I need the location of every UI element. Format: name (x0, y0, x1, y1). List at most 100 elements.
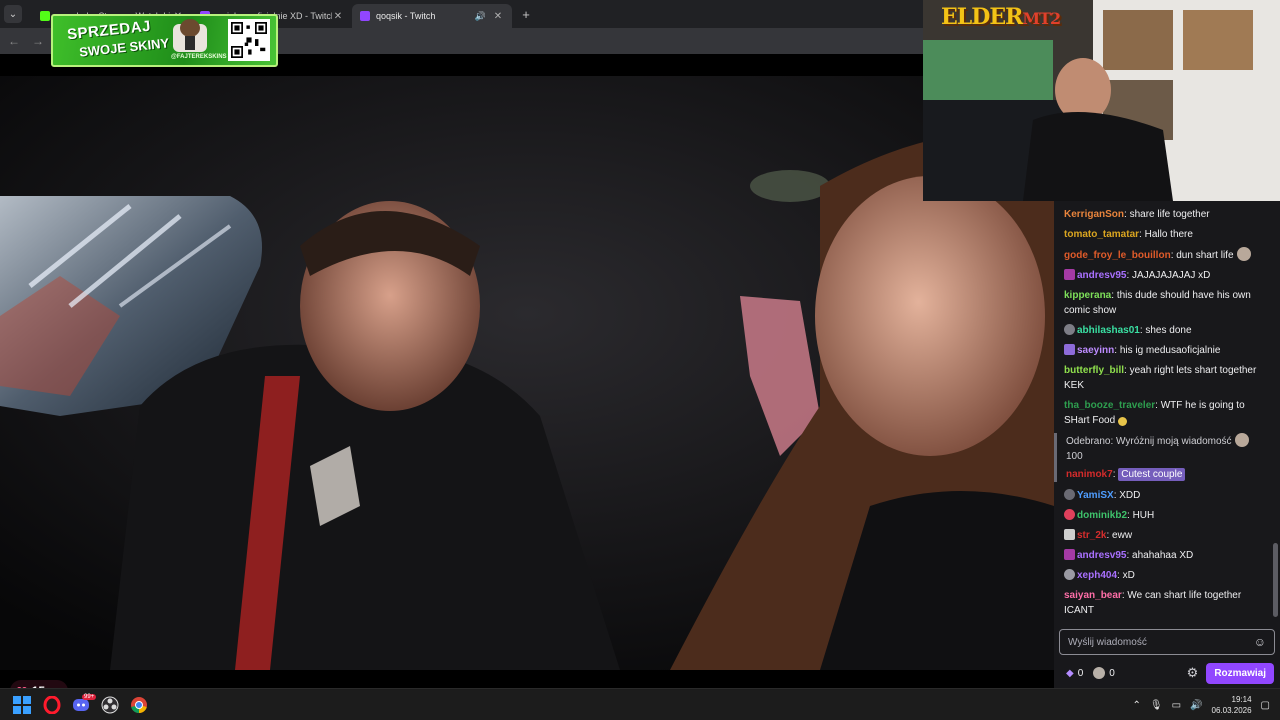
tab-2-active[interactable]: qoqsik - Twitch 🔊 ✕ (352, 4, 512, 28)
chat-message: xeph404: xD (1064, 568, 1270, 583)
chat-username[interactable]: YamiSX (1077, 490, 1114, 501)
new-tab-button[interactable]: + (516, 7, 536, 22)
sparkle-emote-icon (1118, 417, 1128, 426)
clock[interactable]: 19:14 06.03.2026 (1212, 694, 1252, 716)
channel-points-count: 0 (1109, 667, 1115, 679)
close-icon[interactable]: ✕ (332, 11, 344, 22)
dog-mascot-icon (173, 19, 207, 52)
logo-suffix-text: MT2 (1022, 9, 1061, 28)
webcam-overlay: ELDERMT2 (923, 0, 1280, 201)
chat-text: dun shart life (1176, 250, 1234, 261)
chat-text: his ig medusaoficjalnie (1119, 345, 1221, 356)
chat-message-list: KerriganSon: share life together tomato_… (1054, 207, 1270, 623)
chat-message: KerriganSon: share life together (1064, 209, 1210, 220)
close-icon[interactable]: ✕ (492, 11, 504, 22)
sponsor-banner: SPRZEDAJ SWOJE SKINY @FAJTEREKSKINS (51, 14, 278, 67)
heart-badge-icon (1064, 509, 1075, 520)
chat-message: butterfly_bill: yeah right lets shart to… (1064, 365, 1257, 391)
chat-panel: KerriganSon: share life together tomato_… (1054, 201, 1280, 688)
system-tray: ⌃ 🎙 ▭ 🔊 19:14 06.03.2026 ▢ (1133, 693, 1271, 717)
clock-time: 19:14 (1231, 695, 1252, 704)
chat-message: abhilashas01: shes done (1064, 323, 1270, 338)
video-frame-image (0, 76, 1054, 670)
chat-message: andresv95: JAJAJAJAJAJ xD (1064, 268, 1270, 283)
obs-icon[interactable] (101, 696, 119, 714)
chat-username[interactable]: abhilashas01 (1077, 325, 1140, 336)
emoji-icon[interactable]: ☺ (1254, 635, 1266, 649)
mute-badge-icon (1064, 489, 1075, 500)
chat-message: saeyinn: his ig medusaoficjalnie (1064, 343, 1270, 358)
chat-message: str_2k: eww (1064, 528, 1270, 543)
bits-counter[interactable]: ◆ 0 (1066, 668, 1083, 679)
stream-video[interactable]: ❤ 15 (0, 54, 1054, 688)
volume-icon[interactable]: 🔊 (1190, 700, 1202, 711)
channel-points-icon (1093, 667, 1106, 679)
opera-icon[interactable] (43, 696, 61, 714)
chat-username[interactable]: str_2k (1077, 530, 1106, 541)
chrome-icon[interactable] (130, 696, 148, 714)
chat-text: JAJAJAJAJAJ xD (1132, 270, 1211, 281)
twitch-favicon-icon (360, 11, 370, 21)
chat-username[interactable]: KerriganSon (1064, 209, 1124, 220)
chat-username[interactable]: butterfly_bill (1064, 365, 1124, 376)
chat-username[interactable]: dominikb2 (1077, 510, 1127, 521)
chat-text: HUH (1132, 510, 1155, 521)
notification-icon[interactable]: ▢ (1261, 700, 1270, 711)
chat-username[interactable]: xeph404 (1077, 570, 1117, 581)
subscriber-badge-icon (1064, 269, 1075, 280)
back-button[interactable]: ← (8, 34, 20, 48)
chat-username[interactable]: saeyinn (1077, 345, 1114, 356)
chat-username[interactable]: tomato_tamatar (1064, 229, 1139, 240)
chat-message: dominikb2: HUH (1064, 508, 1270, 523)
bits-icon: ◆ (1066, 667, 1074, 679)
gear-icon[interactable]: ⚙ (1187, 665, 1199, 681)
chat-scrollbar[interactable] (1273, 543, 1278, 617)
chat-message: saiyan_bear: We can shart life together … (1064, 590, 1242, 616)
channel-points-counter[interactable]: 0 (1093, 667, 1115, 679)
speaker-icon[interactable]: 🔊 (475, 11, 486, 22)
chat-username[interactable]: gode_froy_le_bouillon (1064, 250, 1171, 261)
chat-username[interactable]: saiyan_bear (1064, 590, 1122, 601)
chat-message: YamiSX: XDD (1064, 488, 1270, 503)
channel-points-icon (1234, 433, 1249, 447)
chat-username[interactable]: nanimok7 (1066, 469, 1113, 480)
glasses-badge-icon (1064, 324, 1075, 335)
chat-footer: ◆ 0 0 ⚙ Rozmawiaj (1054, 658, 1280, 688)
face-emote-icon (1236, 247, 1251, 261)
chat-username[interactable]: kipperana (1064, 290, 1111, 301)
highlighted-redeem: Odebrano: Wyróżnij moją wiadomość 100 na… (1054, 433, 1270, 482)
chat-send-button[interactable]: Rozmawiaj (1206, 662, 1274, 684)
chat-message: gode_froy_le_bouillon: dun shart life (1064, 247, 1270, 263)
kick-favicon-icon (40, 11, 50, 21)
chat-input[interactable]: Wyślij wiadomość ☺ (1059, 629, 1275, 655)
chevron-up-icon[interactable]: ⌃ (1133, 700, 1141, 711)
network-icon[interactable]: ▭ (1172, 700, 1181, 711)
chat-text: share life together (1129, 209, 1210, 220)
chat-text: xD (1122, 570, 1135, 581)
tab-search-chevron-icon[interactable]: ⌄ (4, 5, 22, 23)
chat-input-placeholder: Wyślij wiadomość (1068, 636, 1147, 648)
chat-message: kipperana: this dude should have his own… (1064, 290, 1251, 316)
chat-message: tomato_tamatar: Hallo there (1064, 229, 1193, 240)
chat-text: shes done (1145, 325, 1192, 336)
gem-badge-icon (1064, 569, 1075, 580)
speaker-badge-icon (1064, 529, 1075, 540)
chat-message: tha_booze_traveler: WTF he is going to S… (1064, 400, 1245, 426)
clock-date: 06.03.2026 (1211, 706, 1252, 715)
redeem-text: Odebrano: Wyróżnij moją wiadomość (1066, 436, 1232, 447)
chat-username[interactable]: tha_booze_traveler (1064, 400, 1155, 411)
elder-logo: ELDERMT2 (941, 4, 1061, 30)
subscriber-badge-icon (1064, 549, 1075, 560)
webcam-image (923, 0, 1280, 201)
chat-message: andresv95: ahahahaa XD (1064, 548, 1270, 563)
chat-username[interactable]: andresv95 (1077, 550, 1126, 561)
tab-title: qoqsik - Twitch (376, 11, 436, 21)
forward-button[interactable]: → (32, 34, 44, 48)
chat-username[interactable]: andresv95 (1077, 270, 1126, 281)
microphone-icon[interactable]: 🎙 (1150, 700, 1163, 711)
windows-start-icon[interactable] (13, 696, 31, 714)
qr-code-icon (228, 19, 270, 61)
highlighted-message: Cutest couple (1118, 468, 1186, 481)
windows-taskbar: 99+ ⌃ 🎙 ▭ 🔊 19:14 06.03.2026 ▢ (0, 688, 1280, 720)
subscriber-badge-icon (1064, 344, 1075, 355)
